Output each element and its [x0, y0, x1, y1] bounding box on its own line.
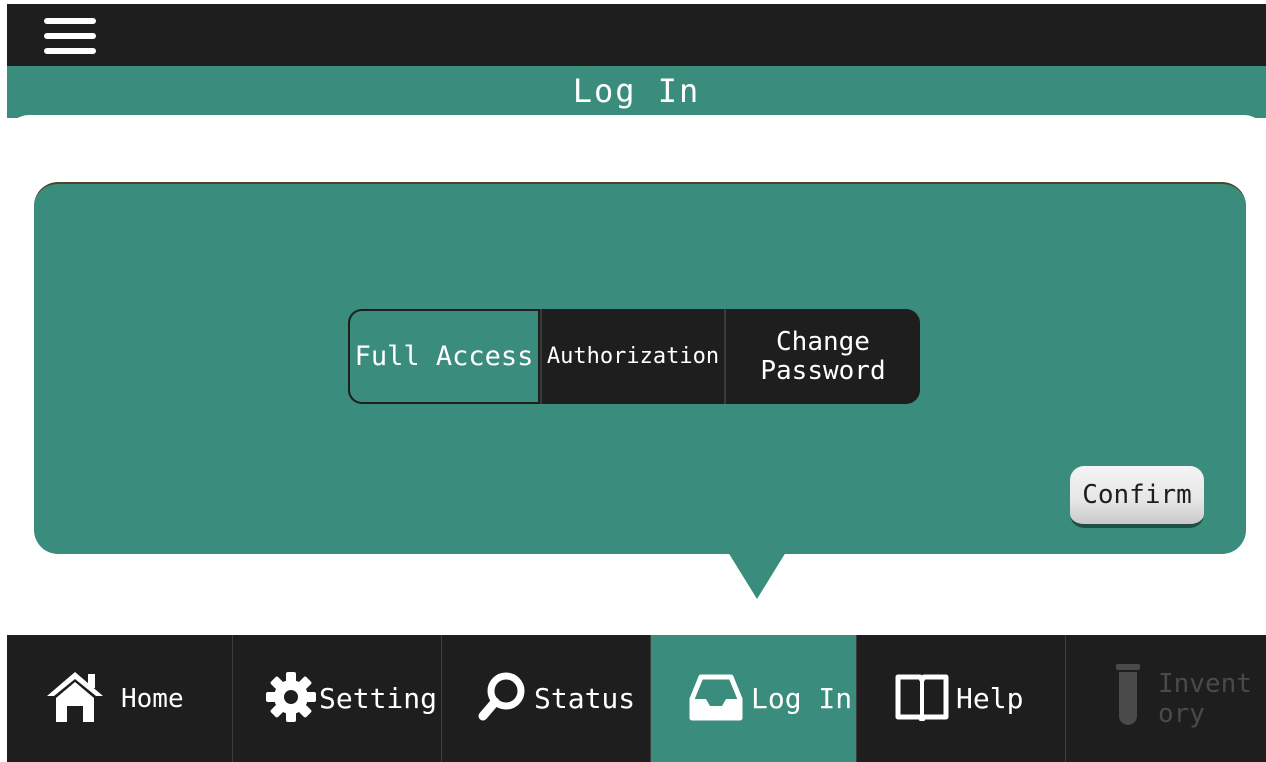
full-access-option[interactable]: Full Access — [348, 309, 540, 404]
inbox-tray-icon — [689, 672, 743, 726]
top-bar — [7, 4, 1266, 66]
nav-item-inventory: Invent ory — [1066, 635, 1266, 762]
nav-item-home[interactable]: Home — [7, 635, 233, 762]
change-password-option[interactable]: Change Password — [724, 309, 920, 404]
nav-label-login: Log In — [751, 682, 853, 715]
hamburger-menu-icon[interactable] — [44, 18, 96, 54]
home-icon — [43, 668, 107, 730]
gear-icon — [265, 671, 317, 727]
nav-item-status[interactable]: Status — [442, 635, 651, 762]
panel-pointer — [728, 552, 786, 599]
nav-label-status: Status — [534, 682, 636, 715]
nav-label-setting: Setting — [319, 682, 438, 715]
page-title: Log In — [572, 72, 701, 110]
test-tube-icon — [1116, 663, 1140, 734]
bottom-nav: Home Setting Status Log In Help Invent o… — [7, 635, 1266, 762]
book-icon — [894, 673, 950, 725]
access-mode-selector: Full Access Authorization Change Passwor… — [348, 309, 920, 404]
confirm-button[interactable]: Confirm — [1070, 466, 1204, 528]
nav-item-help[interactable]: Help — [857, 635, 1066, 762]
nav-label-home: Home — [121, 683, 184, 714]
title-band: Log In — [7, 66, 1266, 118]
nav-label-inventory: Invent ory — [1158, 668, 1252, 729]
nav-item-setting[interactable]: Setting — [233, 635, 442, 762]
search-icon — [478, 671, 526, 727]
nav-label-help: Help — [956, 682, 1024, 715]
authorization-option[interactable]: Authorization — [540, 309, 724, 404]
nav-item-login[interactable]: Log In — [651, 635, 857, 762]
